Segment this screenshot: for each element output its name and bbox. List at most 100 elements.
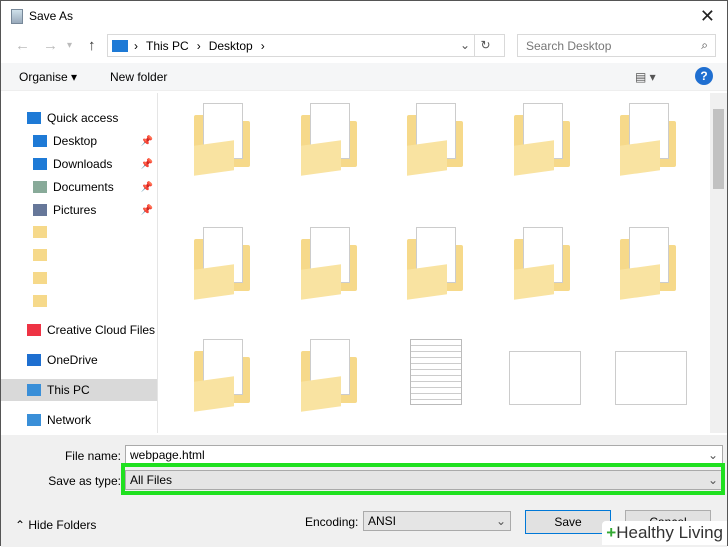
image-thumbnail: [509, 351, 581, 405]
sidebar-item-label: Creative Cloud Files: [47, 323, 156, 337]
save-as-dialog: Save As ✕ ← → ▾ ↑ › This PC › Desktop › …: [0, 0, 728, 547]
folder-front: [194, 140, 234, 176]
breadcrumb-desktop[interactable]: Desktop: [209, 39, 253, 53]
sidebar-item[interactable]: [1, 244, 157, 266]
sidebar-item-label: Network: [47, 413, 92, 427]
separator: ›: [134, 38, 138, 53]
sidebar-item[interactable]: OneDrive: [1, 349, 157, 371]
folder-front: [620, 140, 660, 176]
scrollbar-thumb[interactable]: [713, 109, 724, 189]
sidebar-item[interactable]: Downloads 📌: [1, 153, 157, 175]
chevron-down-icon[interactable]: ⌄: [708, 448, 718, 462]
folder-front: [194, 264, 234, 300]
organise-button[interactable]: Organise ▾: [19, 70, 77, 84]
file-item[interactable]: [615, 227, 685, 307]
onedrive-icon: [27, 354, 41, 366]
file-item[interactable]: [402, 227, 472, 307]
file-item[interactable]: [296, 103, 366, 183]
sidebar-item-label: Desktop: [53, 134, 98, 148]
file-item[interactable]: [296, 339, 366, 419]
hide-folders-button[interactable]: ⌃ Hide Folders: [15, 518, 96, 532]
pin-icon[interactable]: 📌: [141, 205, 153, 216]
sidebar-item-label: Pictures: [53, 203, 97, 217]
sidebar-item[interactable]: Network: [1, 409, 157, 431]
help-button[interactable]: ?: [695, 67, 713, 85]
watermark-plus: +: [606, 523, 617, 542]
encoding-value: ANSI: [368, 514, 397, 528]
folder-front: [301, 376, 341, 412]
window-title: Save As: [29, 9, 74, 23]
folder-icon: [33, 272, 47, 284]
file-item[interactable]: [189, 227, 259, 307]
separator: ›: [196, 38, 201, 53]
sidebar-item[interactable]: Documents 📌: [1, 176, 157, 198]
image-thumbnail: [615, 351, 687, 405]
download-icon: [33, 158, 47, 170]
separator: ›: [260, 38, 265, 53]
creative-cloud-icon: [27, 324, 41, 336]
refresh-button[interactable]: ↻: [474, 35, 496, 56]
navigation-pane: Quick access Desktop 📌 Downloads 📌 Documents 📌…: [1, 93, 158, 433]
folder-icon: [33, 226, 47, 238]
sidebar-item[interactable]: Quick access: [1, 107, 157, 129]
navigation-bar: ← → ▾ ↑ › This PC › Desktop › ⌄ ↻ Search…: [1, 33, 727, 59]
notepad-icon: [11, 8, 23, 24]
sidebar-item[interactable]: Creative Cloud Files: [1, 319, 157, 341]
file-item[interactable]: [402, 339, 472, 419]
back-button[interactable]: ←: [15, 37, 30, 54]
breadcrumb-this-pc[interactable]: This PC: [146, 39, 189, 53]
view-options-button[interactable]: ▤ ▾: [635, 70, 656, 84]
file-name-label: File name:: [64, 449, 121, 463]
sidebar-item-label: Downloads: [53, 157, 113, 171]
chevron-down-icon[interactable]: ⌄: [496, 514, 506, 528]
address-dropdown[interactable]: ⌄: [460, 38, 470, 52]
sidebar-item-label: This PC: [47, 383, 90, 397]
file-item[interactable]: [296, 227, 366, 307]
encoding-label: Encoding:: [305, 515, 359, 529]
vertical-scrollbar[interactable]: [710, 93, 727, 433]
file-item[interactable]: [615, 103, 685, 183]
sidebar-item[interactable]: Desktop 📌: [1, 130, 157, 152]
file-item[interactable]: [189, 339, 259, 419]
sidebar-item[interactable]: [1, 221, 157, 243]
address-bar[interactable]: › This PC › Desktop › ⌄ ↻: [107, 34, 505, 57]
new-folder-button[interactable]: New folder: [110, 70, 167, 84]
file-item[interactable]: [615, 339, 687, 419]
watermark-text: Healthy Living: [616, 523, 723, 542]
folder-front: [514, 140, 554, 176]
toolbar: Organise ▾ New folder ▤ ▾ ?: [1, 63, 727, 91]
file-item[interactable]: [402, 103, 472, 183]
recent-locations-button[interactable]: ▾: [67, 40, 72, 51]
network-icon: [27, 414, 41, 426]
star-icon: [27, 112, 41, 124]
sidebar-item[interactable]: [1, 290, 157, 312]
pc-icon: [27, 384, 41, 396]
sidebar-item-label: Documents: [53, 180, 114, 194]
pin-icon[interactable]: 📌: [141, 136, 153, 147]
folder-icon: [33, 249, 47, 261]
text-document-icon: [410, 339, 462, 405]
close-button[interactable]: ✕: [700, 6, 715, 27]
search-input[interactable]: Search Desktop ⌕: [517, 34, 716, 57]
encoding-select[interactable]: ANSI ⌄: [363, 511, 511, 531]
save-as-type-label: Save as type:: [48, 474, 121, 488]
file-item[interactable]: [189, 103, 259, 183]
search-icon: ⌕: [701, 38, 708, 52]
pin-icon[interactable]: 📌: [141, 182, 153, 193]
folder-front: [407, 264, 447, 300]
sidebar-item[interactable]: [1, 267, 157, 289]
sidebar-item[interactable]: Pictures 📌: [1, 199, 157, 221]
forward-button[interactable]: →: [43, 37, 58, 54]
folder-front: [301, 140, 341, 176]
save-button[interactable]: Save: [525, 510, 611, 534]
up-button[interactable]: ↑: [88, 37, 96, 54]
file-item[interactable]: [509, 227, 579, 307]
file-name-input[interactable]: webpage.html ⌄: [125, 445, 723, 465]
file-item[interactable]: [509, 339, 581, 419]
documents-icon: [33, 181, 47, 193]
desktop-icon: [33, 135, 47, 147]
folder-front: [620, 264, 660, 300]
sidebar-item[interactable]: This PC: [1, 379, 157, 401]
file-item[interactable]: [509, 103, 579, 183]
pin-icon[interactable]: 📌: [141, 159, 153, 170]
